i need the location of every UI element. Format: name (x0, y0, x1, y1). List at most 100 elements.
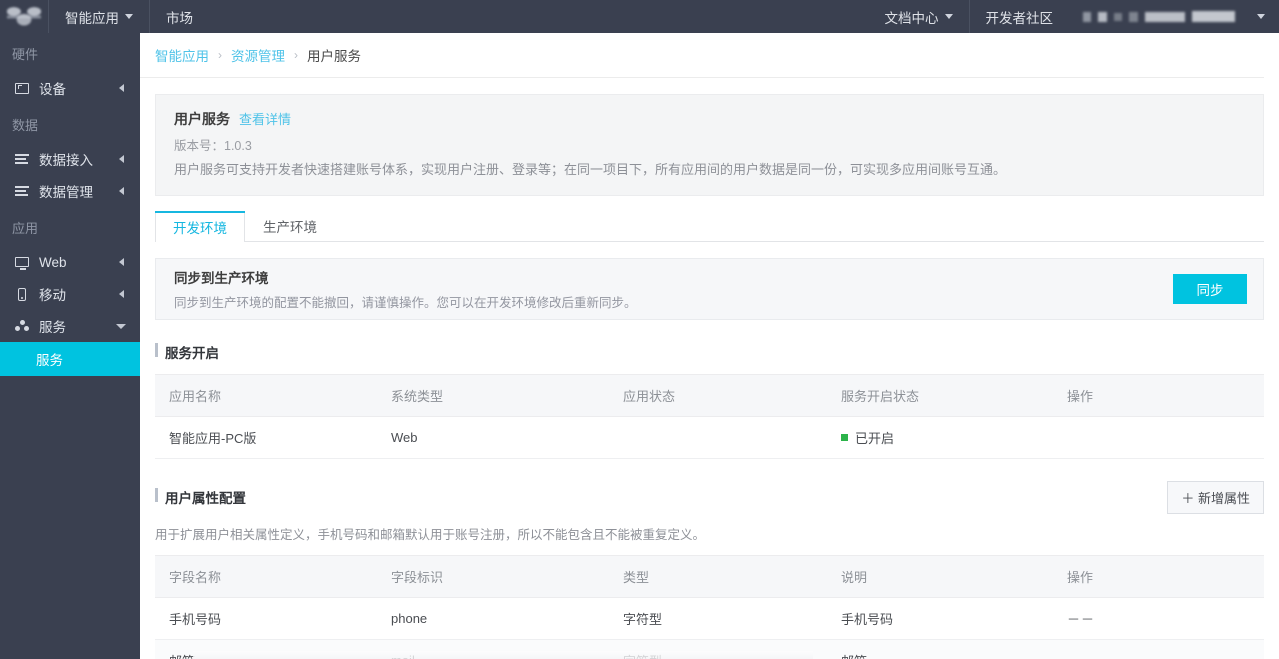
column-header-field-key: 字段标识 (377, 555, 609, 597)
sidebar: 硬件 设备 数据 数据接入 数据管理 应用 Web 移动 服务 服务 (0, 33, 140, 659)
chevron-down-icon (116, 324, 126, 329)
service-nodes-icon (14, 319, 30, 333)
device-icon (14, 81, 30, 95)
main-content: 智能应用 › 资源管理 › 用户服务 用户服务 查看详情 版本号：1.0.3 用… (140, 33, 1279, 659)
sidebar-group-data: 数据 (0, 104, 140, 143)
chevron-left-icon (119, 155, 124, 163)
attribute-section-description: 用于扩展用户相关属性定义，手机号码和邮箱默认用于账号注册，所以不能包含且不能被重… (155, 524, 1264, 543)
breadcrumb-separator: › (294, 48, 298, 62)
sync-button[interactable]: 同步 (1173, 274, 1247, 304)
cell-description: 手机号码 (827, 597, 1053, 639)
service-info-title-row: 用户服务 查看详情 (174, 109, 1245, 129)
breadcrumb-item-smart-app[interactable]: 智能应用 (155, 45, 209, 65)
tab-prod-environment[interactable]: 生产环境 (245, 211, 335, 241)
sidebar-item-label: 数据管理 (39, 181, 93, 201)
chevron-left-icon (119, 187, 124, 195)
cell-operation (1053, 416, 1264, 458)
sync-title: 同步到生产环境 (174, 267, 637, 287)
sidebar-item-mobile[interactable]: 移动 (0, 278, 140, 310)
topnav-item-label: 文档中心 (885, 7, 939, 27)
chevron-down-icon (945, 14, 953, 19)
table-header-row: 字段名称 字段标识 类型 说明 操作 (155, 555, 1264, 597)
sidebar-item-label: 移动 (39, 284, 66, 304)
sync-panel: 同步到生产环境 同步到生产环境的配置不能撤回，请谨慎操作。您可以在开发环境修改后… (155, 258, 1264, 320)
cell-field-name: 手机号码 (155, 597, 377, 639)
service-table: 应用名称 系统类型 应用状态 服务开启状态 操作 智能应用-PC版 Web 已开… (155, 374, 1264, 459)
redacted-block (1145, 12, 1185, 22)
column-header-operation: 操作 (1053, 555, 1264, 597)
service-version: 版本号：1.0.3 (174, 135, 1245, 154)
topbar-spacer (209, 0, 869, 33)
sidebar-item-device[interactable]: 设备 (0, 72, 140, 104)
breadcrumb-item-current: 用户服务 (307, 45, 361, 65)
topbar-right-group: 文档中心 开发者社区 (869, 0, 1279, 33)
monitor-icon (14, 255, 30, 269)
redacted-block (1114, 13, 1122, 21)
tab-label: 开发环境 (173, 217, 227, 237)
topnav-item-label: 智能应用 (65, 7, 119, 27)
topnav-item-smart-app[interactable]: 智能应用 (49, 0, 150, 33)
sidebar-subitem-service[interactable]: 服务 (0, 342, 140, 376)
topnav-item-label: 市场 (166, 7, 193, 27)
redacted-block (1192, 11, 1235, 22)
service-section-head: 服务开启 (155, 342, 1264, 362)
content-area: 用户服务 查看详情 版本号：1.0.3 用户服务可支持开发者快速搭建账号体系，实… (140, 78, 1279, 659)
view-detail-link[interactable]: 查看详情 (239, 109, 291, 128)
sidebar-group-application: 应用 (0, 207, 140, 246)
sidebar-item-label: 数据接入 (39, 149, 93, 169)
operation-placeholder: －－ (1067, 654, 1095, 659)
service-section-title: 服务开启 (155, 342, 219, 362)
topnav-item-market[interactable]: 市场 (150, 0, 209, 33)
sync-subtitle: 同步到生产环境的配置不能撤回，请谨慎操作。您可以在开发环境修改后重新同步。 (174, 292, 637, 311)
column-header-description: 说明 (827, 555, 1053, 597)
cell-operation: －－ (1053, 597, 1264, 639)
column-header-system-type: 系统类型 (377, 374, 609, 416)
tab-label: 生产环境 (263, 216, 317, 236)
service-info-card: 用户服务 查看详情 版本号：1.0.3 用户服务可支持开发者快速搭建账号体系，实… (155, 94, 1264, 196)
tab-dev-environment[interactable]: 开发环境 (155, 211, 245, 242)
column-header-type: 类型 (609, 555, 827, 597)
redacted-block (1129, 12, 1138, 22)
account-menu-button[interactable] (1245, 0, 1279, 33)
cell-app-status (609, 416, 827, 458)
company-logo-icon (7, 6, 41, 28)
account-info-redacted[interactable] (1069, 0, 1245, 33)
cell-field-key: phone (377, 597, 609, 639)
add-attribute-button[interactable]: ＋ 新增属性 (1167, 481, 1264, 514)
top-bar: 智能应用 市场 文档中心 开发者社区 (0, 0, 1279, 33)
topnav-item-label: 开发者社区 (986, 7, 1054, 27)
service-description: 用户服务可支持开发者快速搭建账号体系，实现用户注册、登录等；在同一项目下，所有应… (174, 161, 1245, 180)
sync-panel-text: 同步到生产环境 同步到生产环境的配置不能撤回，请谨慎操作。您可以在开发环境修改后… (174, 267, 637, 311)
redacted-block (1083, 12, 1091, 22)
app-logo[interactable] (0, 0, 49, 33)
sidebar-item-service[interactable]: 服务 (0, 310, 140, 342)
cell-service-status: 已开启 (827, 416, 1053, 458)
column-header-operation: 操作 (1053, 374, 1264, 416)
sidebar-item-data-ingest[interactable]: 数据接入 (0, 143, 140, 175)
attribute-section-head: 用户属性配置 ＋ 新增属性 (155, 481, 1264, 514)
mobile-icon (14, 287, 30, 301)
chevron-left-icon (119, 258, 124, 266)
sidebar-item-label: 服务 (39, 316, 66, 336)
table-row: 手机号码 phone 字符型 手机号码 －－ (155, 597, 1264, 639)
sidebar-item-data-management[interactable]: 数据管理 (0, 175, 140, 207)
attribute-section-title: 用户属性配置 (155, 487, 246, 507)
attribute-table: 字段名称 字段标识 类型 说明 操作 手机号码 phone 字符型 手机号码 －… (155, 555, 1264, 659)
status-dot-icon (841, 434, 848, 441)
table-header-row: 应用名称 系统类型 应用状态 服务开启状态 操作 (155, 374, 1264, 416)
status-badge: 已开启 (841, 428, 1053, 447)
topnav-item-developer-community[interactable]: 开发者社区 (970, 0, 1070, 33)
topnav-item-doc-center[interactable]: 文档中心 (869, 0, 970, 33)
sidebar-item-label: Web (39, 255, 67, 270)
operation-placeholder: －－ (1067, 612, 1095, 627)
sidebar-item-web[interactable]: Web (0, 246, 140, 278)
cell-description: 邮箱 (827, 639, 1053, 659)
chevron-left-icon (119, 290, 124, 298)
service-title: 用户服务 (174, 109, 230, 129)
data-lines-icon (14, 152, 30, 166)
sidebar-item-label: 设备 (39, 78, 66, 98)
breadcrumb: 智能应用 › 资源管理 › 用户服务 (140, 33, 1264, 78)
breadcrumb-item-resource-management[interactable]: 资源管理 (231, 45, 285, 65)
chevron-down-icon (1257, 14, 1265, 19)
chevron-left-icon (119, 84, 124, 92)
